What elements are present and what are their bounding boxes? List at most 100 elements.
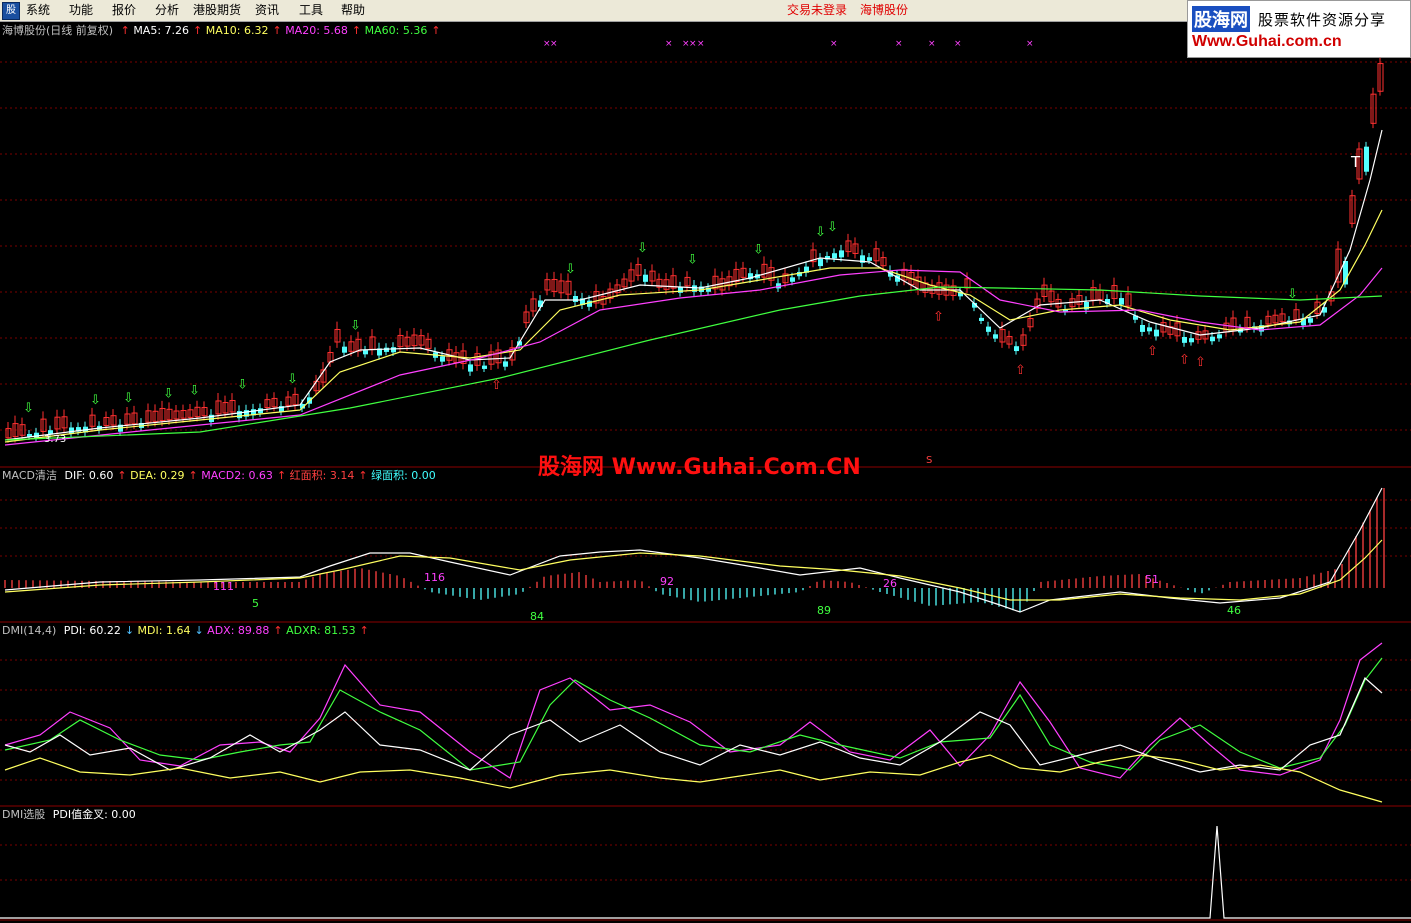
down-signal-icon: ⇩ xyxy=(815,225,826,240)
macd-area-label: 26 xyxy=(883,577,897,590)
macd-dea: DEA: 0.29 xyxy=(130,469,185,482)
candle-down xyxy=(1119,298,1124,305)
down-signal-icon: ⇩ xyxy=(189,384,200,399)
up-arrow-icon: ↑ xyxy=(272,24,282,37)
up-arrow-icon: ↑ xyxy=(188,469,198,482)
up-signal-icon: ⇧ xyxy=(1015,363,1026,378)
dmi-mdi: MDI: 1.64 xyxy=(137,624,191,637)
down-signal-icon: ⇩ xyxy=(123,391,134,406)
up-arrow-icon: ↑ xyxy=(359,624,369,637)
candle-down xyxy=(1182,337,1187,343)
macd-area-label: 111 xyxy=(213,580,234,593)
up-signal-icon: ⇧ xyxy=(1179,352,1190,367)
signal-arrows: ⇩⇩ ⇩ ⇩ ⇩ ⇩ ⇩⇩⇩⇩⇩⇩⇩ ⇩⇩⇧⇧⇧⇧⇧ ⇧× × × × × × × × × × × xyxy=(23,39,1298,416)
macd-red-area: 红面积: 3.14 xyxy=(289,469,355,482)
ma20-value: MA20: 5.68 xyxy=(285,24,348,37)
macd-macd2: MACD2: 0.63 xyxy=(201,469,273,482)
macd-area-label: 116 xyxy=(424,571,445,584)
candlesticks xyxy=(5,57,1384,443)
macd-bars xyxy=(4,488,1385,612)
cross-marker-icon: × xyxy=(550,39,558,49)
s-marker: S xyxy=(926,455,933,466)
cross-marker-icon: × xyxy=(665,39,673,49)
dmi-adx: ADX: 89.88 xyxy=(207,624,270,637)
candle-down xyxy=(839,250,844,258)
main-panel-title: 海博股份(日线 前复权) xyxy=(2,24,114,37)
down-arrow-icon: ↓ xyxy=(124,624,135,637)
down-arrow-icon: ↓ xyxy=(194,624,204,637)
macd-area-label: 5 xyxy=(252,597,259,610)
candle-down xyxy=(1140,325,1145,332)
macd-area-label: 92 xyxy=(660,575,674,588)
down-signal-icon: ⇩ xyxy=(23,401,34,416)
candle-down xyxy=(1308,318,1313,323)
macd-area-label: 84 xyxy=(530,610,544,623)
down-signal-icon: ⇩ xyxy=(90,393,101,408)
dmi-panel-header: DMI(14,4) PDI: 60.22 ↓ MDI: 1.64 ↓ ADX: 89… xyxy=(2,624,369,638)
down-signal-icon: ⇩ xyxy=(753,242,764,257)
moving-average-lines xyxy=(4,129,1383,446)
up-arrow-icon: ↑ xyxy=(351,24,362,37)
dmi-title: DMI(14,4) xyxy=(2,624,57,637)
candle-down xyxy=(468,364,473,372)
candle-down xyxy=(1147,327,1152,332)
candle-down xyxy=(643,274,648,282)
mdi-line xyxy=(4,754,1383,803)
macd-panel-header: MACD清洁 DIF: 0.60 ↑ DEA: 0.29 ↑ MACD2: 0.63… xyxy=(2,469,440,483)
macd-area-label: 89 xyxy=(817,604,831,617)
candle-down xyxy=(1189,338,1194,343)
low-price-label: 3.73 xyxy=(44,434,67,445)
up-arrow-icon: ↑ xyxy=(431,24,441,37)
down-signal-icon: ⇩ xyxy=(687,252,698,267)
candle-down xyxy=(1210,336,1215,342)
down-signal-icon: ⇩ xyxy=(1287,287,1298,302)
ma5-value: MA5: 7.26 xyxy=(133,24,190,37)
dmi-adxr: ADXR: 81.53 xyxy=(286,624,356,637)
ma10-value: MA10: 6.32 xyxy=(205,24,269,37)
candle-down xyxy=(867,257,872,261)
macd-title: MACD清洁 xyxy=(2,469,57,482)
down-signal-icon: ⇩ xyxy=(565,262,576,277)
up-arrow-icon: ↑ xyxy=(276,469,287,482)
ma60-value: MA60: 5.36 xyxy=(364,24,428,37)
dmi-select-title: DMI选股 xyxy=(2,808,46,821)
candle-down xyxy=(503,361,508,367)
main-panel-header: 海博股份(日线 前复权) ↑ MA5: 7.26 ↑ MA10: 6.32 ↑ MA… xyxy=(2,24,441,38)
down-signal-icon: ⇩ xyxy=(287,372,298,387)
macd-dea-line xyxy=(4,539,1383,601)
candle-down xyxy=(482,365,487,369)
macd-dif-line xyxy=(4,487,1383,613)
macd-lines xyxy=(4,487,1383,613)
candle-down xyxy=(993,334,998,339)
dmi-select-panel-header: DMI选股 PDI值金叉: 0.00 xyxy=(2,808,140,822)
adxr-line xyxy=(4,657,1383,771)
cross-marker-icon: × xyxy=(689,39,697,49)
up-arrow-icon: ↑ xyxy=(193,24,203,37)
down-signal-icon: ⇩ xyxy=(350,318,361,333)
candle-down xyxy=(1154,329,1159,337)
up-arrow-icon: ↑ xyxy=(273,624,283,637)
candle-down xyxy=(384,347,389,352)
cross-marker-icon: × xyxy=(954,39,962,49)
cross-marker-icon: × xyxy=(697,39,705,49)
candle-down xyxy=(1217,334,1222,339)
macd-area-label: 51 xyxy=(1145,573,1159,586)
candle-down xyxy=(342,346,347,353)
cross-marker-icon: × xyxy=(928,39,936,49)
cross-marker-icon: × xyxy=(1026,39,1034,49)
candle-down xyxy=(440,356,445,362)
candle-down xyxy=(1014,346,1019,352)
down-signal-icon: ⇩ xyxy=(637,241,648,256)
dmi-select-line xyxy=(0,825,1411,919)
cross-marker-icon: × xyxy=(830,39,838,49)
candle-down xyxy=(363,350,368,355)
candle-down xyxy=(818,258,823,267)
candle-down xyxy=(391,347,396,353)
macd-green-area: 绿面积: 0.00 xyxy=(371,469,436,482)
candle-down xyxy=(1364,146,1369,172)
candle-down xyxy=(790,277,795,282)
up-arrow-icon: ↑ xyxy=(120,24,130,37)
macd-dif: DIF: 0.60 xyxy=(64,469,114,482)
candle-down xyxy=(979,317,984,321)
t-marker: T xyxy=(1351,153,1361,171)
